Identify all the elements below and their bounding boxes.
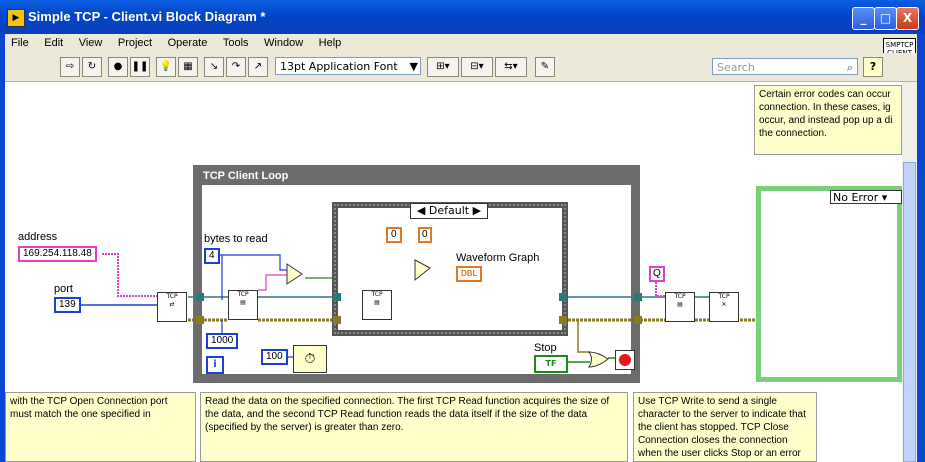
wait-ms-node[interactable]: ⏱ [293,345,327,373]
q-string-constant[interactable]: Q [649,266,665,282]
loop-condition-terminal[interactable] [615,350,635,370]
initial-x-constant[interactable]: 0 [386,227,402,243]
waveform-graph-terminal[interactable]: DBL [456,266,483,282]
comment-open-connection: with the TCP Open Connection port must m… [5,392,196,462]
address-control[interactable]: 169.254.118.48 [18,246,97,262]
case-tunnel-error [333,316,341,324]
bundle-node[interactable] [414,258,434,290]
error-case-structure[interactable] [756,186,902,382]
port-control[interactable]: 139 [54,297,81,313]
loop-title: TCP Client Loop [203,170,289,182]
tcp-open-connection-node[interactable]: TCP ⇄ [157,292,187,322]
wait-ms-constant[interactable]: 100 [261,349,288,365]
port-label: port [54,283,73,295]
greater-than-zero-node[interactable] [286,262,306,294]
tcp-close-connection-node[interactable]: TCP ✕ [709,292,739,322]
tcp-read-node-2[interactable]: TCP ▤ [362,290,392,320]
loop-tunnel-refnum [196,293,204,301]
error-case-selector-value: No Error [833,191,879,204]
timeout-constant[interactable]: 1000 [206,333,239,349]
case-tunnel-refnum-out [559,293,567,301]
case-tunnel-error-out [559,316,567,324]
comment-write-close: Use TCP Write to send a single character… [633,392,817,462]
stop-label: Stop [534,342,557,354]
or-node[interactable] [588,350,610,370]
case-selector[interactable]: ◀ Default ▶ [410,203,488,219]
case-selector-value: Default [428,204,470,217]
iteration-terminal: i [206,356,224,374]
tcp-write-node[interactable]: TCP ▤ [665,292,695,322]
loop-tunnel-error-out [634,316,642,324]
address-label: address [18,231,58,243]
comment-open-connection-text: with the TCP Open Connection port must m… [10,396,168,420]
bytes-to-read-constant[interactable]: 4 [204,248,220,264]
tcp-read-node-1[interactable]: TCP ▤ [228,290,258,320]
case-next-icon[interactable]: ▶ [473,204,481,217]
comment-read-data: Read the data on the specified connectio… [200,392,628,462]
case-tunnel-refnum [333,293,341,301]
waveform-graph-label: Waveform Graph [456,252,540,264]
comment-error-codes: Certain error codes can occur connection… [754,85,902,155]
bytes-to-read-label: bytes to read [204,233,268,245]
stop-button-terminal[interactable]: TF [534,355,568,373]
case-prev-icon[interactable]: ◀ [417,204,425,217]
loop-tunnel-refnum-out [634,293,642,301]
loop-tunnel-error [196,316,204,324]
error-case-selector[interactable]: No Error ▾ [830,190,902,204]
delta-x-constant[interactable]: 0 [418,227,432,243]
